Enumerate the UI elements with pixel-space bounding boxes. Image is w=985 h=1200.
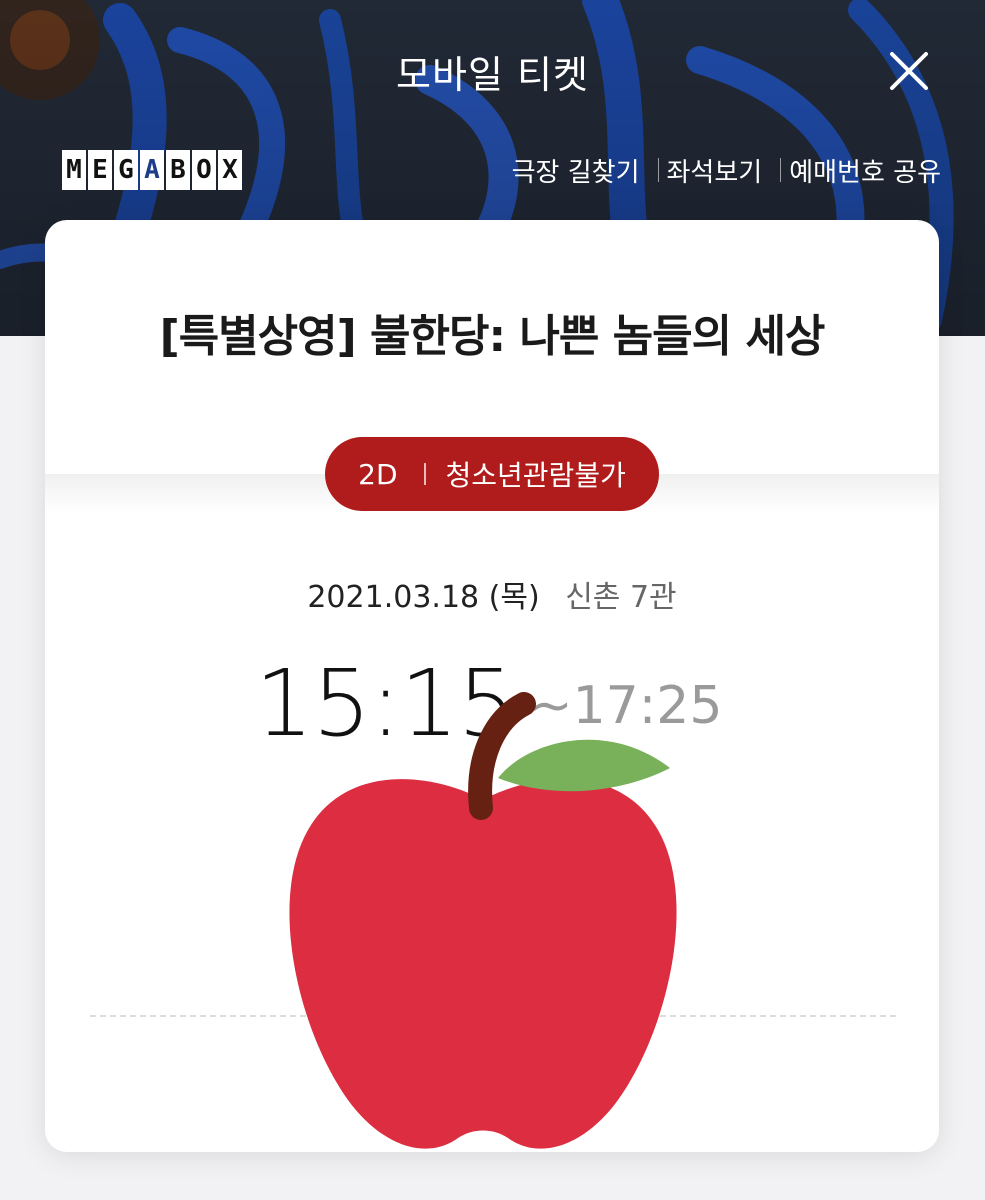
logo-letter: X	[218, 150, 242, 190]
showtime-date-row: 2021.03.18 (목) 신촌 7관	[45, 572, 939, 616]
divider	[780, 158, 782, 182]
close-icon	[890, 52, 928, 90]
show-date: 2021.03.18 (목)	[307, 580, 540, 615]
format-rating-badge: 2D 청소년관람불가	[325, 437, 659, 511]
logo-letter: G	[114, 150, 138, 190]
logo-letter: E	[88, 150, 112, 190]
theater-directions-link[interactable]: 극장 길찾기	[512, 152, 640, 189]
share-booking-number-link[interactable]: 예매번호 공유	[789, 152, 941, 189]
logo-letter: O	[192, 150, 216, 190]
format-label: 2D	[358, 457, 398, 491]
seat-view-link[interactable]: 좌석보기	[667, 152, 763, 189]
logo-letter: M	[62, 150, 86, 190]
page-title: 모바일 티켓	[396, 53, 589, 97]
apple-icon	[288, 690, 678, 1155]
rating-label: 청소년관람불가	[445, 459, 626, 492]
megabox-logo: M E G A B O X	[62, 150, 244, 192]
theater-name: 신촌 7관	[565, 580, 677, 615]
movie-title: [특별상영] 불한당: 나쁜 놈들의 세상	[159, 311, 826, 362]
logo-letter: A	[140, 150, 164, 190]
logo-letter: B	[166, 150, 190, 190]
close-button[interactable]	[884, 46, 934, 96]
divider	[423, 463, 426, 485]
ticket-actions: 극장 길찾기 좌석보기 예매번호 공유	[512, 150, 941, 190]
divider	[657, 158, 659, 182]
